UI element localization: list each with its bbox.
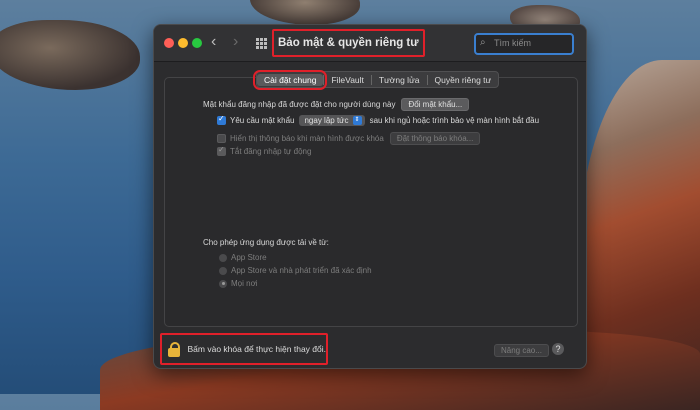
search-field[interactable]: ⌕ [474,33,574,55]
window-title: Bảo mật & quyền riêng tư [272,29,425,57]
show-message-row: Hiển thị thông báo khi màn hình được khó… [217,132,481,145]
lock-area[interactable]: Bấm vào khóa để thực hiện thay đổi. [160,333,328,365]
lock-icon[interactable] [168,341,180,357]
close-window-button[interactable] [164,38,174,48]
zoom-window-button[interactable] [192,38,202,48]
tab-firewall[interactable]: Tường lửa [372,74,427,86]
wallpaper-rock [250,0,360,25]
title-bar: ‹ › Bảo mật & quyền riêng tư ⌕ [154,25,586,62]
download-option-app-store[interactable]: App Store [219,253,267,262]
change-password-button[interactable]: Đổi mật khẩu... [401,98,470,111]
radio-button[interactable] [219,253,227,262]
disable-auto-login-label: Tắt đăng nhập tự động [230,147,312,156]
search-icon: ⌕ [480,37,486,48]
search-input[interactable] [492,37,572,49]
radio-button[interactable] [219,266,227,275]
disable-auto-login-checkbox[interactable] [217,145,226,156]
advanced-button[interactable]: Nâng cao... [494,344,549,357]
tab-general[interactable]: Cài đặt chung [252,69,328,90]
download-option-anywhere[interactable]: Mọi nơi [219,279,258,288]
require-password-label: Yêu cầu mật khẩu [230,116,295,125]
download-option-label: App Store và nhà phát triển đã xác định [231,266,372,275]
login-password-label: Mật khẩu đăng nhập đã được đặt cho người… [203,100,396,109]
tab-privacy[interactable]: Quyền riêng tư [428,74,499,86]
chevron-updown-icon: ⇕ [352,116,362,125]
show-message-checkbox[interactable] [217,134,226,143]
downloads-heading-text: Cho phép ứng dụng được tải về từ: [203,238,329,247]
require-password-delay-value: ngay lập tức [304,116,349,125]
back-arrow-icon[interactable]: ‹ [211,33,216,51]
minimize-window-button[interactable] [178,38,188,48]
download-option-label: App Store [231,253,267,262]
lock-instruction-text: Bấm vào khóa để thực hiện thay đổi. [187,344,326,354]
radio-button-selected[interactable] [219,279,227,288]
tab-bar: Cài đặt chung FileVault Tường lửa Quyền … [252,69,500,90]
set-lock-message-button[interactable]: Đặt thông báo khóa... [389,132,481,145]
show-all-grid-icon[interactable] [256,38,267,49]
download-option-identified[interactable]: App Store và nhà phát triển đã xác định [219,266,372,275]
preferences-window: ‹ › Bảo mật & quyền riêng tư ⌕ Mật khẩu … [153,24,587,369]
general-settings-panel: Mật khẩu đăng nhập đã được đặt cho người… [164,77,578,327]
require-password-row: Yêu cầu mật khẩu ngay lập tức ⇕ sau khi … [217,114,540,126]
help-button[interactable]: ? [552,343,564,355]
require-password-suffix: sau khi ngủ hoặc trình bảo vệ màn hình b… [369,116,540,125]
tab-filevault[interactable]: FileVault [324,74,370,86]
forward-arrow-icon[interactable]: › [233,33,238,51]
downloads-heading: Cho phép ứng dụng được tải về từ: [203,238,329,247]
disable-auto-login-row: Tắt đăng nhập tự động [217,145,312,156]
require-password-delay-select[interactable]: ngay lập tức ⇕ [299,115,365,126]
wallpaper-rock [0,20,140,90]
login-password-row: Mật khẩu đăng nhập đã được đặt cho người… [203,98,470,111]
require-password-checkbox[interactable] [217,114,226,125]
show-message-label: Hiển thị thông báo khi màn hình được khó… [230,134,384,143]
download-option-label: Mọi nơi [231,279,258,288]
